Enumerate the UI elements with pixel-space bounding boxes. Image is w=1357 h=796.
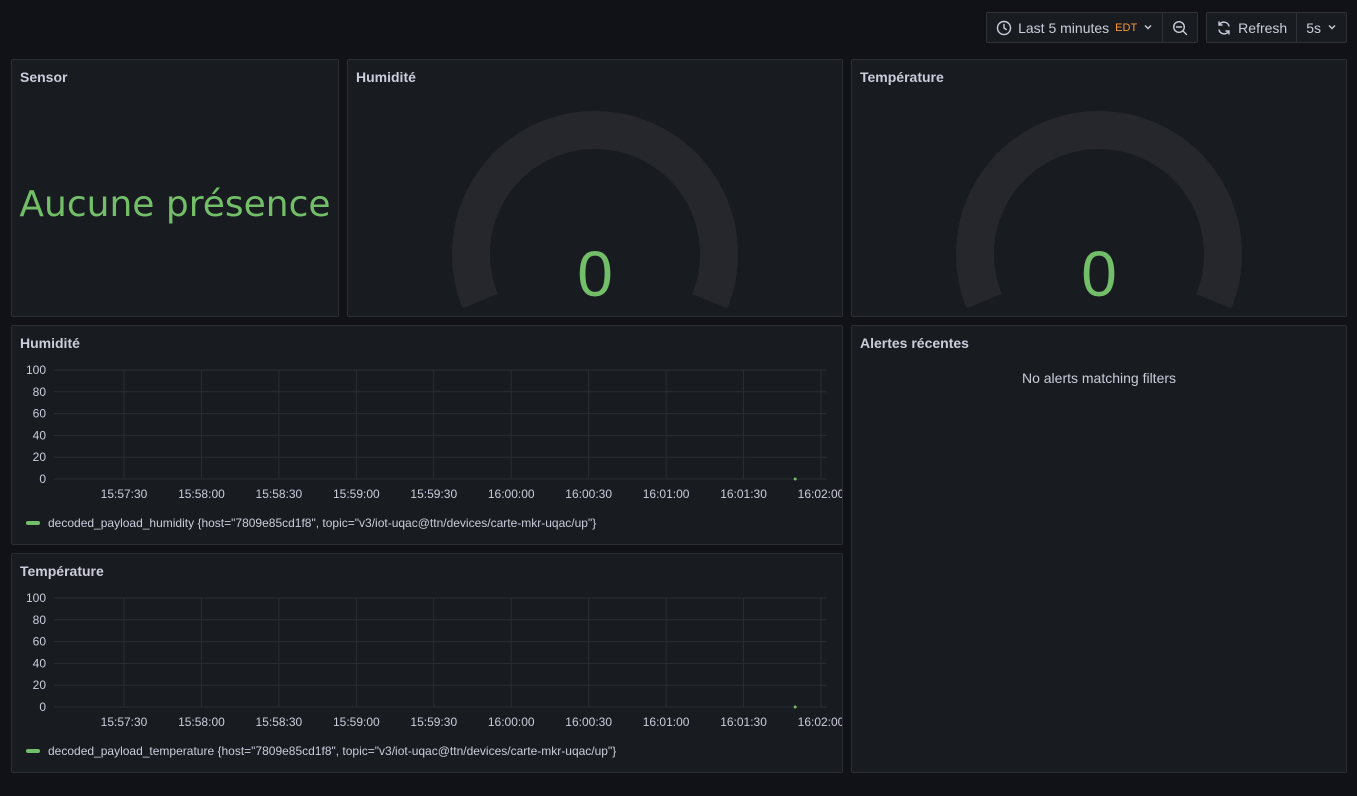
- x-tick-label: 16:00:30: [565, 487, 612, 501]
- x-tick-label: 16:01:00: [643, 487, 690, 501]
- temperature-chart[interactable]: 100 80 60 40 20 0 15:57:30 15:58:00 15:58:30 15:5…: [12, 584, 842, 764]
- y-tick-label: 20: [33, 450, 47, 464]
- y-tick-label: 20: [33, 678, 47, 692]
- sensor-presence-value: Aucune présence: [19, 184, 331, 225]
- x-tick-label: 15:57:30: [101, 715, 148, 729]
- humidity-chart-panel: Humidité 100 80 60 40 20 0 15:57:30 15:58:00 15:…: [11, 325, 843, 545]
- panel-title: Sensor: [20, 69, 68, 85]
- data-point: [793, 705, 797, 709]
- humidity-gauge-panel: Humidité 0: [347, 59, 843, 317]
- gauge-value: 0: [577, 238, 613, 310]
- x-tick-label: 15:58:00: [178, 715, 225, 729]
- panel-title: Humidité: [20, 335, 80, 351]
- x-tick-label: 16:01:30: [720, 487, 767, 501]
- refresh-icon: [1216, 20, 1232, 36]
- x-tick-label: 15:59:30: [410, 487, 457, 501]
- y-tick-label: 80: [33, 613, 47, 627]
- chevron-down-icon: [1143, 22, 1153, 34]
- refresh-interval-label: 5s: [1306, 19, 1321, 36]
- refresh-button[interactable]: Refresh: [1207, 13, 1296, 42]
- timezone-label: EDT: [1115, 21, 1138, 34]
- time-range-label: Last 5 minutes: [1018, 19, 1110, 36]
- y-tick-label: 60: [33, 635, 47, 649]
- y-tick-label: 100: [26, 591, 46, 605]
- dashboard-toolbar: Last 5 minutes EDT Refresh 5s: [986, 12, 1347, 43]
- x-tick-label: 15:57:30: [101, 487, 148, 501]
- gauge-value: 0: [1081, 238, 1117, 310]
- y-tick-label: 0: [39, 700, 46, 714]
- x-tick-label: 16:02:00: [798, 715, 842, 729]
- alerts-panel: Alertes récentes No alerts matching filt…: [851, 325, 1347, 773]
- x-tick-label: 16:01:30: [720, 715, 767, 729]
- legend-swatch: [26, 521, 40, 525]
- humidity-gauge: 0: [452, 111, 738, 310]
- temperature-gauge: 0: [956, 111, 1242, 310]
- temperature-gauge-panel: Température 0: [851, 59, 1347, 317]
- empty-alerts-message: No alerts matching filters: [1021, 370, 1177, 386]
- y-tick-label: 80: [33, 385, 47, 399]
- refresh-label: Refresh: [1238, 19, 1288, 36]
- clock-icon: [996, 20, 1012, 36]
- time-range-picker[interactable]: Last 5 minutes EDT: [987, 13, 1162, 42]
- legend-label: decoded_payload_humidity {host="7809e85c…: [48, 516, 597, 530]
- x-tick-label: 16:00:30: [565, 715, 612, 729]
- humidity-chart[interactable]: 100 80 60 40 20 0 15:57:30 15:58:00 15:58:30 15:5…: [12, 356, 842, 536]
- zoom-out-icon: [1172, 20, 1188, 36]
- data-point: [793, 477, 797, 481]
- sensor-panel: Sensor Aucune présence: [11, 59, 339, 317]
- panel-title: Alertes récentes: [860, 335, 969, 351]
- x-tick-label: 16:00:00: [488, 487, 535, 501]
- time-range-group: Last 5 minutes EDT: [986, 12, 1199, 43]
- chart-legend[interactable]: decoded_payload_temperature {host="7809e…: [26, 744, 616, 758]
- legend-swatch: [26, 749, 40, 753]
- x-tick-label: 15:59:00: [333, 487, 380, 501]
- y-tick-label: 100: [26, 363, 46, 377]
- x-tick-label: 15:58:00: [178, 487, 225, 501]
- zoom-out-button[interactable]: [1162, 13, 1197, 42]
- panel-title: Température: [20, 563, 104, 579]
- y-tick-label: 40: [33, 428, 47, 442]
- refresh-interval-picker[interactable]: 5s: [1296, 13, 1346, 42]
- chart-legend[interactable]: decoded_payload_humidity {host="7809e85c…: [26, 516, 596, 530]
- x-tick-label: 16:00:00: [488, 715, 535, 729]
- x-tick-label: 15:59:30: [410, 715, 457, 729]
- chevron-down-icon: [1327, 22, 1337, 34]
- y-tick-label: 40: [33, 656, 47, 670]
- refresh-group: Refresh 5s: [1206, 12, 1347, 43]
- y-tick-label: 0: [39, 472, 46, 486]
- legend-label: decoded_payload_temperature {host="7809e…: [48, 744, 617, 758]
- x-tick-label: 15:58:30: [256, 487, 303, 501]
- x-tick-label: 15:58:30: [256, 715, 303, 729]
- x-tick-label: 15:59:00: [333, 715, 380, 729]
- x-tick-label: 16:02:00: [798, 487, 842, 501]
- y-tick-label: 60: [33, 407, 47, 421]
- x-tick-label: 16:01:00: [643, 715, 690, 729]
- temperature-chart-panel: Température 100 80 60 40 20 0 15:57:30 15:58:00…: [11, 553, 843, 773]
